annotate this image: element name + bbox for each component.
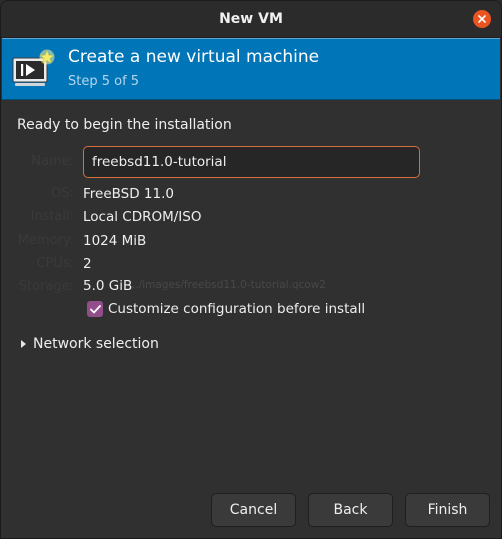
storage-value: 5.0 GiB <box>83 278 133 294</box>
install-label: Install: <box>30 209 74 224</box>
finish-button[interactable]: Finish <box>405 493 490 527</box>
storage-path: ../images/freebsd11.0-tutorial.qcow2 <box>132 279 326 291</box>
vm-icon <box>12 49 55 86</box>
os-label: OS: <box>51 186 74 201</box>
expander-arrow-icon <box>21 340 26 348</box>
vm-name-input[interactable] <box>83 146 420 178</box>
new-vm-window: New VM Create a new virtual machine Step… <box>0 0 502 539</box>
title-bar: New VM <box>1 1 501 38</box>
cpus-label: CPUs: <box>36 256 74 271</box>
wizard-header: Create a new virtual machine Step 5 of 5 <box>2 38 500 100</box>
storage-label: Storage: <box>18 279 74 294</box>
back-button[interactable]: Back <box>308 493 393 527</box>
customize-checkbox-label[interactable]: Customize configuration before install <box>108 301 365 317</box>
window-title: New VM <box>219 11 283 27</box>
cpus-value: 2 <box>83 256 92 272</box>
customize-checkbox-row[interactable]: Customize configuration before install <box>87 301 365 317</box>
checkmark-icon <box>89 304 101 313</box>
os-value: FreeBSD 11.0 <box>83 186 174 202</box>
customize-checkbox[interactable] <box>87 301 103 317</box>
memory-value: 1024 MiB <box>83 233 147 249</box>
install-value: Local CDROM/ISO <box>83 209 202 225</box>
close-button[interactable] <box>473 10 491 28</box>
header-title: Create a new virtual machine <box>68 47 320 67</box>
summary-heading: Ready to begin the installation <box>17 117 232 133</box>
close-icon <box>478 15 486 23</box>
cancel-button[interactable]: Cancel <box>211 493 296 527</box>
step-indicator: Step 5 of 5 <box>68 74 140 89</box>
memory-label: Memory: <box>17 233 74 248</box>
name-label: Name: <box>31 154 74 169</box>
network-selection-expander[interactable]: Network selection <box>21 336 159 352</box>
network-selection-label[interactable]: Network selection <box>33 336 159 352</box>
